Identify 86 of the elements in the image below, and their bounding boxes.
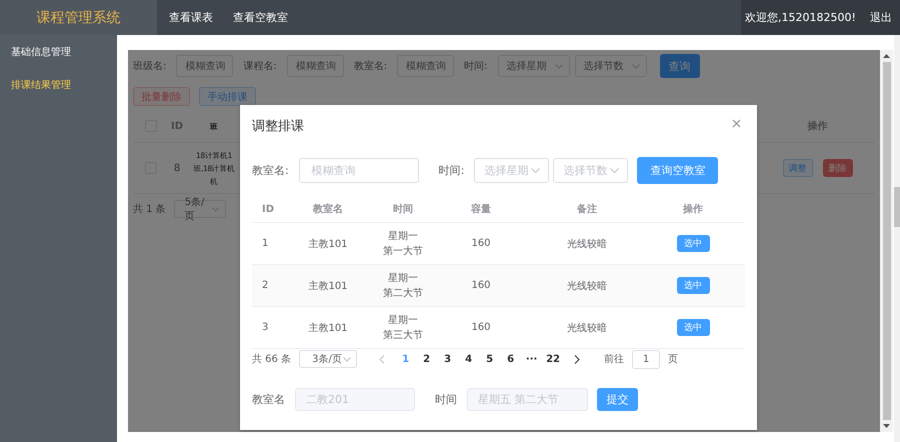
table-cell-text: 2 [261, 280, 270, 291]
table-cell-text: 星期一 [388, 272, 418, 286]
row-action-button[interactable]: 调整 [782, 159, 812, 177]
select-field[interactable]: 选择节数 [553, 158, 628, 183]
page-link[interactable]: 3 [441, 354, 454, 364]
chevron-down-icon [610, 168, 620, 173]
page-link[interactable]: 2 [420, 354, 434, 364]
table-cell-text: 第二大节 [383, 286, 423, 300]
column-header: 操作 [682, 202, 704, 216]
field-label: 教室名: [252, 163, 289, 178]
page-link[interactable]: 6 [504, 354, 518, 364]
table-cell-text: 160 [470, 322, 492, 333]
select-field[interactable]: 选择星期 [474, 158, 550, 183]
select-button[interactable]: 选中 [676, 235, 710, 252]
table-cell-text: 光线较暗 [566, 238, 608, 250]
dialog-title: 调整排课 [252, 118, 304, 135]
page-link[interactable]: 4 [462, 354, 476, 364]
submit-button[interactable]: 提交 [597, 388, 638, 411]
sidebar-item[interactable]: 基础信息管理 [0, 45, 117, 59]
table-cell-text: 3 [261, 322, 270, 333]
table-cell-text: 星期一 [388, 314, 418, 328]
select-button[interactable]: 选中 [676, 319, 710, 336]
action-button[interactable]: 手动排课 [199, 87, 256, 106]
field-label: 时间 [435, 392, 457, 407]
logout-link[interactable]: 退出 [870, 10, 892, 25]
action-button[interactable]: 批量删除 [133, 87, 190, 106]
arrow-down-icon[interactable] [883, 424, 890, 428]
close-icon[interactable] [732, 118, 741, 128]
column-header: 教室名 [312, 202, 344, 216]
table-cell-text: 8 [172, 162, 182, 174]
chevron-down-icon [632, 64, 640, 68]
select-button[interactable]: 选中 [676, 277, 710, 294]
nav-link[interactable]: 查看课表 [169, 10, 213, 25]
filter-label: 课程名: [243, 60, 277, 73]
scrollbar[interactable] [880, 50, 893, 432]
chevron-down-icon [531, 168, 540, 173]
column-header: ID [261, 204, 276, 214]
search-empty-room-button[interactable]: 查询空教室 [637, 157, 718, 184]
select-field[interactable]: 选择节数 [574, 55, 646, 77]
column-header: 容量 [470, 202, 492, 216]
field-label: 教室名 [252, 392, 285, 407]
total-count: 共 1 条 [133, 202, 166, 216]
table-cell-text: 1 [261, 238, 270, 249]
search-field[interactable]: 模糊查询 [176, 55, 234, 77]
chevron-down-icon [343, 356, 352, 362]
scrollbar[interactable] [894, 35, 900, 442]
table-cell-text: 主教101 [307, 280, 349, 292]
table-cell-text: 光线较暗 [566, 280, 608, 292]
search-button[interactable]: 查询 [660, 54, 700, 78]
select-field[interactable]: 选择星期 [498, 55, 570, 77]
goto-unit: 页 [668, 353, 678, 366]
chevron-down-icon [554, 64, 562, 68]
filter-label: 教室名: [354, 60, 388, 73]
column-header: 备注 [576, 202, 598, 216]
total-count: 共 66 条 [252, 352, 292, 366]
table-cell-text: 第三大节 [383, 328, 423, 342]
table-cell-text: 主教101 [307, 238, 349, 250]
nav-link[interactable]: 查看空教室 [233, 10, 288, 25]
column-header: 时间 [392, 202, 414, 216]
search-field[interactable]: 模糊查询 [298, 158, 419, 183]
app-title: 课程管理系统 [36, 8, 120, 26]
page-link[interactable]: 1 [399, 354, 412, 364]
table-cell-text: 主教101 [307, 322, 349, 334]
page-size-select[interactable]: 3条/页 [299, 350, 358, 368]
page-number-field[interactable]: 1 [632, 350, 660, 368]
filter-label: 时间: [464, 60, 488, 73]
chevron-right-icon[interactable] [574, 354, 580, 364]
row-action-button[interactable]: 删除 [822, 159, 852, 177]
filter-label: 班级名: [133, 60, 166, 73]
welcome-text: 欢迎您,1520182500! [745, 10, 856, 25]
chevron-left-icon[interactable] [379, 354, 386, 364]
table-cell-text: 160 [470, 280, 492, 291]
sidebar-item[interactable]: 排课结果管理 [0, 78, 117, 92]
table-cell-text: 160 [470, 238, 492, 249]
goto-label: 前往 [604, 352, 624, 366]
page-link[interactable]: 5 [483, 354, 496, 364]
table-cell-text: 第一大节 [383, 244, 423, 258]
table-cell-text: 光线较暗 [566, 322, 608, 334]
search-field[interactable]: 模糊查询 [286, 55, 344, 77]
page-link[interactable]: ··· [525, 354, 538, 364]
table-cell-text: 星期一 [388, 230, 418, 244]
page-link[interactable]: 22 [546, 354, 560, 364]
search-field[interactable]: 模糊查询 [397, 55, 454, 77]
arrow-up-icon[interactable] [883, 54, 890, 58]
field-label: 时间: [438, 163, 464, 178]
chevron-down-icon [212, 206, 220, 212]
